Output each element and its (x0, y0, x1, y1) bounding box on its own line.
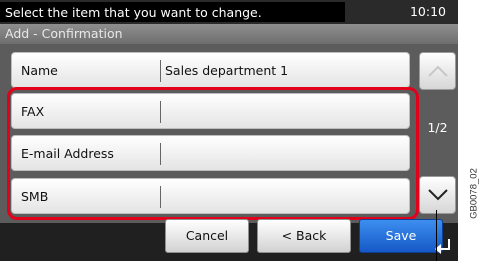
message-bar: Select the item that you want to change.… (0, 0, 458, 24)
row-name[interactable]: Name Sales department 1 (11, 52, 410, 88)
scroll-down-button[interactable] (419, 176, 456, 214)
back-button[interactable]: < Back (257, 219, 351, 253)
scroll-up-button[interactable] (419, 52, 456, 90)
chevron-down-icon (428, 189, 448, 201)
highlight-frame (7, 87, 419, 220)
page-indicator: 1/2 (427, 120, 448, 135)
message-text: Select the item that you want to change. (5, 5, 262, 20)
subtitle-text: Add - Confirmation (5, 26, 123, 41)
figure-code-text: GB0078_02 (468, 168, 480, 219)
divider (160, 60, 161, 82)
message-box: Select the item that you want to change. (0, 2, 345, 22)
clock: 10:10 (409, 4, 446, 19)
chevron-up-icon (428, 65, 448, 77)
callout-pointer (436, 210, 437, 261)
figure-code: GB0078_02 (467, 130, 481, 261)
save-button[interactable]: Save (359, 219, 443, 253)
row-label: Name (21, 63, 58, 78)
row-value: Sales department 1 (165, 63, 289, 78)
cancel-button[interactable]: Cancel (165, 219, 249, 253)
screen-subtitle: Add - Confirmation (0, 24, 458, 44)
panel-screen: Select the item that you want to change.… (0, 0, 458, 261)
